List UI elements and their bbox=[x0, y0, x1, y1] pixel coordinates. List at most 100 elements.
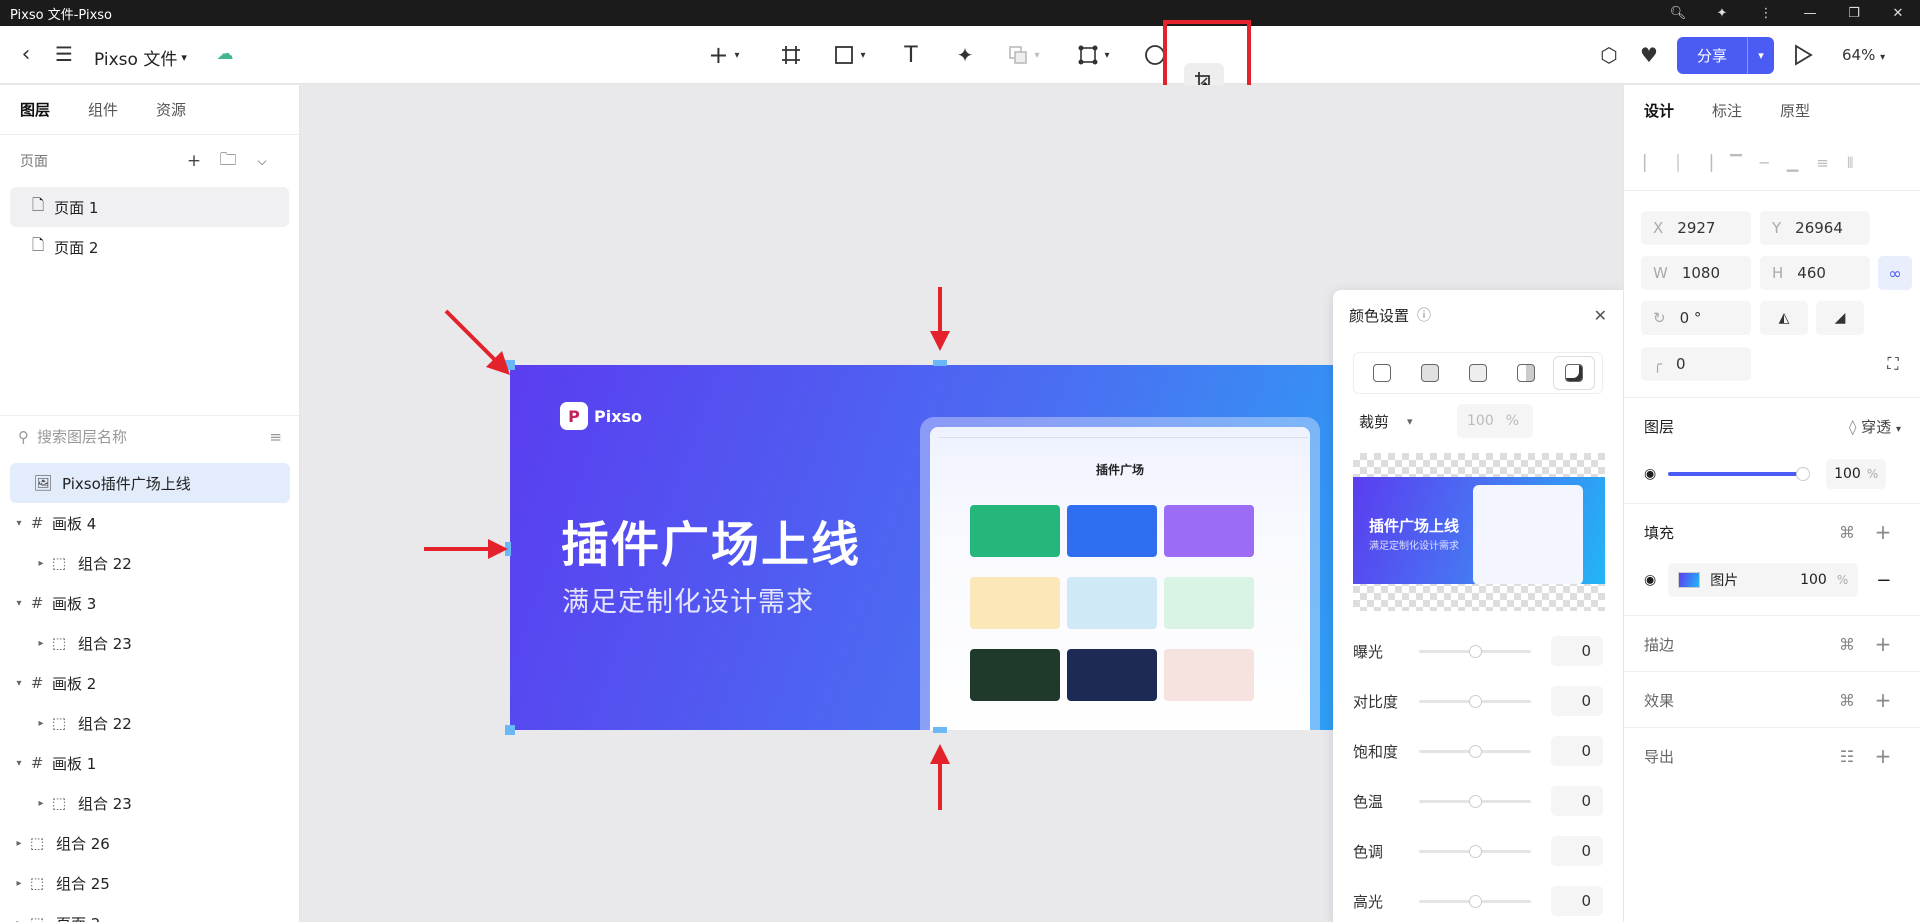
vector-tool-icon[interactable]: ▾ bbox=[1070, 40, 1118, 70]
zoom-icon[interactable]: 🔍︎ bbox=[1656, 0, 1700, 26]
layer-row[interactable]: ▾ # 画板 2 bbox=[0, 663, 299, 703]
search-input[interactable]: 搜索图层名称 bbox=[37, 426, 261, 447]
expand-caret-icon[interactable]: ▸ bbox=[34, 798, 48, 809]
filter-icon[interactable]: ≡ bbox=[269, 428, 282, 446]
tab-components[interactable]: 组件 bbox=[88, 99, 118, 120]
layer-row[interactable]: ▾ # 画板 1 bbox=[0, 743, 299, 783]
ideas-bulb-icon[interactable]: ♥︎ bbox=[1634, 40, 1664, 70]
visibility-eye-icon[interactable]: ◉ bbox=[1644, 572, 1656, 588]
expand-caret-icon[interactable]: ▾ bbox=[12, 678, 26, 689]
rotation-field[interactable]: ↻ 0 ° bbox=[1641, 301, 1751, 335]
opacity-slider[interactable] bbox=[1668, 467, 1811, 481]
add-export-icon[interactable]: + bbox=[1865, 744, 1901, 768]
zoom-dropdown[interactable]: 64% ▾ bbox=[1842, 46, 1885, 64]
distribute-h-icon[interactable]: ≡ bbox=[1816, 154, 1829, 172]
align-center-v-icon[interactable]: ─ bbox=[1760, 154, 1769, 172]
expand-caret-icon[interactable]: ▸ bbox=[12, 838, 26, 849]
layer-search[interactable]: ⚲ 搜索图层名称 ≡ bbox=[0, 415, 299, 457]
layer-row[interactable]: ▸ ⬚ 组合 22 bbox=[0, 543, 299, 583]
share-button[interactable]: 分享 ▾ bbox=[1677, 37, 1774, 74]
distribute-v-icon[interactable]: ⦀ bbox=[1847, 154, 1854, 172]
layer-row[interactable]: ▸ ⬚ 组合 26 bbox=[0, 823, 299, 863]
align-top-icon[interactable]: ▔ bbox=[1730, 154, 1742, 172]
opacity-input[interactable]: 100% bbox=[1826, 459, 1887, 489]
layer-row[interactable]: ▸ ⬚ 组合 23 bbox=[0, 783, 299, 823]
slider-knob[interactable] bbox=[1469, 744, 1482, 758]
layer-row[interactable]: ▾ # 画板 3 bbox=[0, 583, 299, 623]
add-tool-icon[interactable]: + ▾ bbox=[700, 40, 748, 70]
slider-knob[interactable] bbox=[1469, 894, 1482, 908]
expand-caret-icon[interactable]: ▾ bbox=[12, 598, 26, 609]
crop-handle-bottom[interactable] bbox=[933, 727, 947, 733]
expand-caret-icon[interactable]: ▸ bbox=[12, 878, 26, 889]
expand-caret-icon[interactable]: ▸ bbox=[34, 558, 48, 569]
minimize-icon[interactable]: — bbox=[1788, 0, 1832, 26]
plugins-icon[interactable]: ⬡ bbox=[1594, 40, 1624, 70]
add-fill-icon[interactable]: + bbox=[1865, 520, 1901, 544]
slider-track[interactable] bbox=[1419, 694, 1531, 708]
slider-knob[interactable] bbox=[1469, 794, 1482, 808]
height-field[interactable]: H 460 bbox=[1760, 256, 1870, 290]
doc-name-dropdown[interactable]: Pixso 文件 ▾ bbox=[94, 45, 187, 70]
width-field[interactable]: W 1080 bbox=[1641, 256, 1751, 290]
fill-mode-crop-icon[interactable] bbox=[1554, 357, 1594, 389]
expand-caret-icon[interactable]: ▸ bbox=[34, 718, 48, 729]
independent-corners-icon[interactable]: ⛶ bbox=[1880, 351, 1906, 377]
flip-vertical-icon[interactable]: ◢ bbox=[1816, 301, 1864, 335]
style-grid-icon[interactable]: ⌘ bbox=[1829, 691, 1865, 710]
align-right-icon[interactable]: ▕ bbox=[1701, 154, 1713, 172]
layer-row[interactable]: 🖼︎ Pixso插件广场上线 bbox=[10, 463, 290, 503]
style-grid-icon[interactable]: ⌘ bbox=[1829, 635, 1865, 654]
slider-value[interactable]: 0 bbox=[1551, 686, 1603, 716]
tab-annotate[interactable]: 标注 bbox=[1712, 100, 1742, 121]
layer-row[interactable]: ▸ ⬚ 组合 25 bbox=[0, 863, 299, 903]
opacity-knob[interactable] bbox=[1796, 467, 1811, 481]
x-field[interactable]: X 2927 bbox=[1641, 211, 1751, 245]
slider-knob[interactable] bbox=[1469, 694, 1482, 708]
rectangle-tool-icon[interactable]: ▾ bbox=[826, 40, 874, 70]
align-bottom-icon[interactable]: ▁ bbox=[1787, 154, 1799, 172]
mode-dropdown[interactable]: 裁剪 ▾ bbox=[1353, 404, 1445, 438]
slider-track[interactable] bbox=[1419, 644, 1531, 658]
slider-value[interactable]: 0 bbox=[1551, 786, 1603, 816]
back-icon[interactable]: ‹ bbox=[14, 42, 38, 67]
text-tool-icon[interactable]: T bbox=[896, 40, 926, 70]
close-window-icon[interactable]: ✕ bbox=[1876, 0, 1920, 26]
slider-value[interactable]: 0 bbox=[1551, 636, 1603, 666]
layer-row[interactable]: ▾ # 画板 4 bbox=[0, 503, 299, 543]
fill-image-field[interactable]: 图片 100 % bbox=[1668, 563, 1859, 597]
tab-layers[interactable]: 图层 bbox=[20, 99, 50, 120]
slider-track[interactable] bbox=[1419, 844, 1531, 858]
menu-icon[interactable]: ☰ bbox=[52, 42, 76, 66]
more-icon[interactable]: ⋮ bbox=[1744, 0, 1788, 26]
slider-knob[interactable] bbox=[1469, 844, 1482, 858]
cloud-sync-icon[interactable]: ☁ bbox=[212, 42, 238, 66]
slider-knob[interactable] bbox=[1469, 644, 1482, 658]
page-item[interactable]: 🗋︎ 页面 2 bbox=[10, 227, 289, 267]
close-icon[interactable]: ✕ bbox=[1594, 306, 1607, 325]
constrain-link-icon[interactable]: ∞ bbox=[1878, 256, 1912, 290]
layer-row[interactable]: ▸ ⬚ 页面 2 bbox=[0, 903, 299, 922]
flip-horizontal-icon[interactable]: ◭ bbox=[1760, 301, 1808, 335]
fill-mode-tile-icon[interactable] bbox=[1506, 357, 1546, 389]
align-center-h-icon[interactable]: │ bbox=[1674, 154, 1683, 172]
add-effect-icon[interactable]: + bbox=[1865, 688, 1901, 712]
layer-row[interactable]: ▸ ⬚ 组合 22 bbox=[0, 703, 299, 743]
slider-track[interactable] bbox=[1419, 794, 1531, 808]
expand-caret-icon[interactable]: ▾ bbox=[12, 758, 26, 769]
slider-track[interactable] bbox=[1419, 744, 1531, 758]
fill-mode-fit-icon[interactable] bbox=[1410, 357, 1450, 389]
export-settings-icon[interactable]: ☷ bbox=[1829, 747, 1865, 766]
y-field[interactable]: Y 26964 bbox=[1760, 211, 1870, 245]
share-dropdown-icon[interactable]: ▾ bbox=[1748, 49, 1774, 62]
remove-fill-icon[interactable]: − bbox=[1876, 570, 1891, 591]
tab-assets[interactable]: 资源 bbox=[156, 99, 186, 120]
crop-handle-top[interactable] bbox=[933, 360, 947, 366]
add-page-icon[interactable]: + bbox=[177, 151, 211, 171]
expand-caret-icon[interactable]: ▸ bbox=[12, 918, 26, 922]
visibility-eye-icon[interactable]: ◉ bbox=[1644, 466, 1656, 482]
folder-icon[interactable]: 🗀︎ bbox=[211, 147, 245, 176]
page-item[interactable]: 🗋︎ 页面 1 bbox=[10, 187, 289, 227]
crop-handle-bottom-left[interactable] bbox=[505, 725, 515, 735]
frame-tool-icon[interactable] bbox=[776, 40, 806, 70]
